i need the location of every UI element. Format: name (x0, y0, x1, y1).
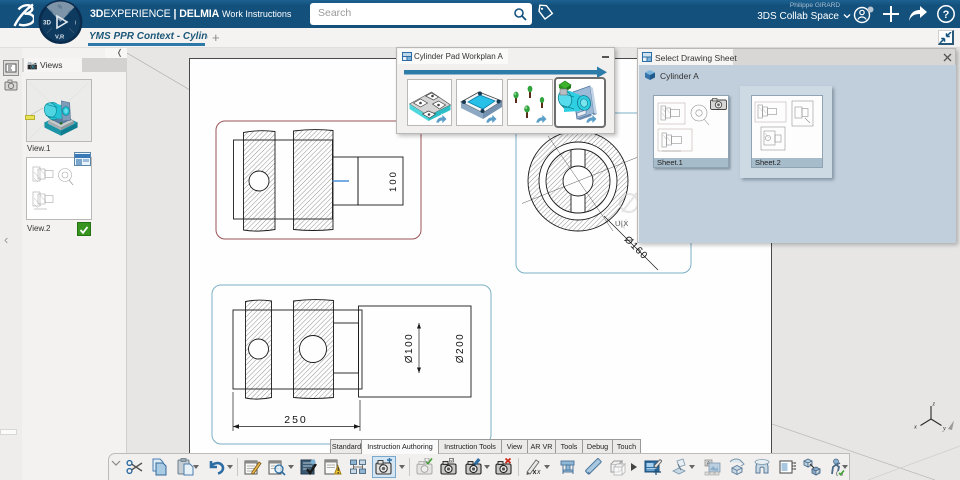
svg-text:V,R: V,R (55, 35, 65, 41)
svg-text:3D: 3D (43, 20, 51, 27)
svg-text:x: x (913, 424, 917, 431)
svg-text:z: z (932, 401, 936, 408)
svg-text:Ø100: Ø100 (404, 333, 415, 363)
svg-text:x: x (536, 469, 541, 476)
svg-text:?: ? (943, 9, 950, 21)
svg-text:i: i (75, 21, 76, 27)
svg-text:U|X: U|X (615, 219, 629, 228)
svg-text:250: 250 (284, 414, 308, 426)
svg-text:y: y (942, 425, 946, 432)
svg-text:%: % (58, 5, 63, 11)
svg-text:100: 100 (388, 170, 399, 192)
svg-text:Ø200: Ø200 (455, 333, 466, 363)
